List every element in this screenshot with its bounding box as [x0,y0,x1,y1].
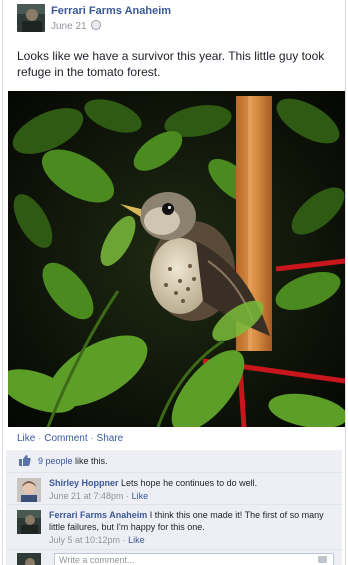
action-separator: · [90,433,94,444]
post-actions: Like · Comment · Share [17,433,123,444]
likes-summary: 9 people like this. [6,450,342,473]
comment-text: Lets hope he continues to do well. [121,478,258,488]
commenter-avatar[interactable] [17,478,41,502]
post-date-link[interactable]: June 21 [51,21,87,32]
likes-text: 9 people like this. [38,456,108,466]
comment-author-link[interactable]: Shirley Hoppner [49,478,119,488]
comment-item: Shirley Hoppner Lets hope he continues t… [6,473,342,505]
comment-timestamp[interactable]: June 21 at 7:48pm [49,491,124,501]
share-button[interactable]: Share [97,433,124,444]
facebook-post: Ferrari Farms Anaheim June 21 Looks like… [2,0,346,565]
comment-author-link[interactable]: Ferrari Farms Anaheim [49,510,147,520]
page-name-link[interactable]: Ferrari Farms Anaheim [51,5,171,17]
camera-icon[interactable] [318,556,327,563]
viewer-avatar [17,553,41,565]
comment-composer: Write a comment... [6,550,342,565]
comment-body: Ferrari Farms Anaheim I think this one m… [49,509,334,546]
post-header: Ferrari Farms Anaheim June 21 [17,4,317,34]
bird-in-tomato-plant-photo [8,91,345,427]
comment-item: Ferrari Farms Anaheim I think this one m… [6,505,342,550]
comment-input[interactable]: Write a comment... [54,553,334,565]
comment-input-placeholder: Write a comment... [59,555,135,565]
commenter-avatar[interactable] [17,510,41,534]
comment-timestamp[interactable]: July 5 at 10:12pm [49,535,120,545]
comment-body: Shirley Hoppner Lets hope he continues t… [49,477,334,502]
post-message: Looks like we have a survivor this year.… [17,49,325,79]
comment-like-button[interactable]: Like [132,491,149,501]
comment-meta: June 21 at 7:48pm · Like [49,490,334,502]
comment-meta: July 5 at 10:12pm · Like [49,534,334,546]
action-separator: · [38,433,42,444]
page-avatar[interactable] [17,4,45,32]
comment-button[interactable]: Comment [44,433,87,444]
post-photo[interactable] [8,91,345,427]
likes-count-link[interactable]: 9 people [38,456,73,466]
post-date: June 21 [51,20,101,32]
likes-suffix: like this. [72,456,108,466]
like-button[interactable]: Like [17,433,35,444]
thumbs-up-icon [19,455,31,466]
meta-separator: · [126,491,130,501]
globe-icon [90,20,101,30]
comment-like-button[interactable]: Like [128,535,145,545]
meta-separator: · [122,535,126,545]
